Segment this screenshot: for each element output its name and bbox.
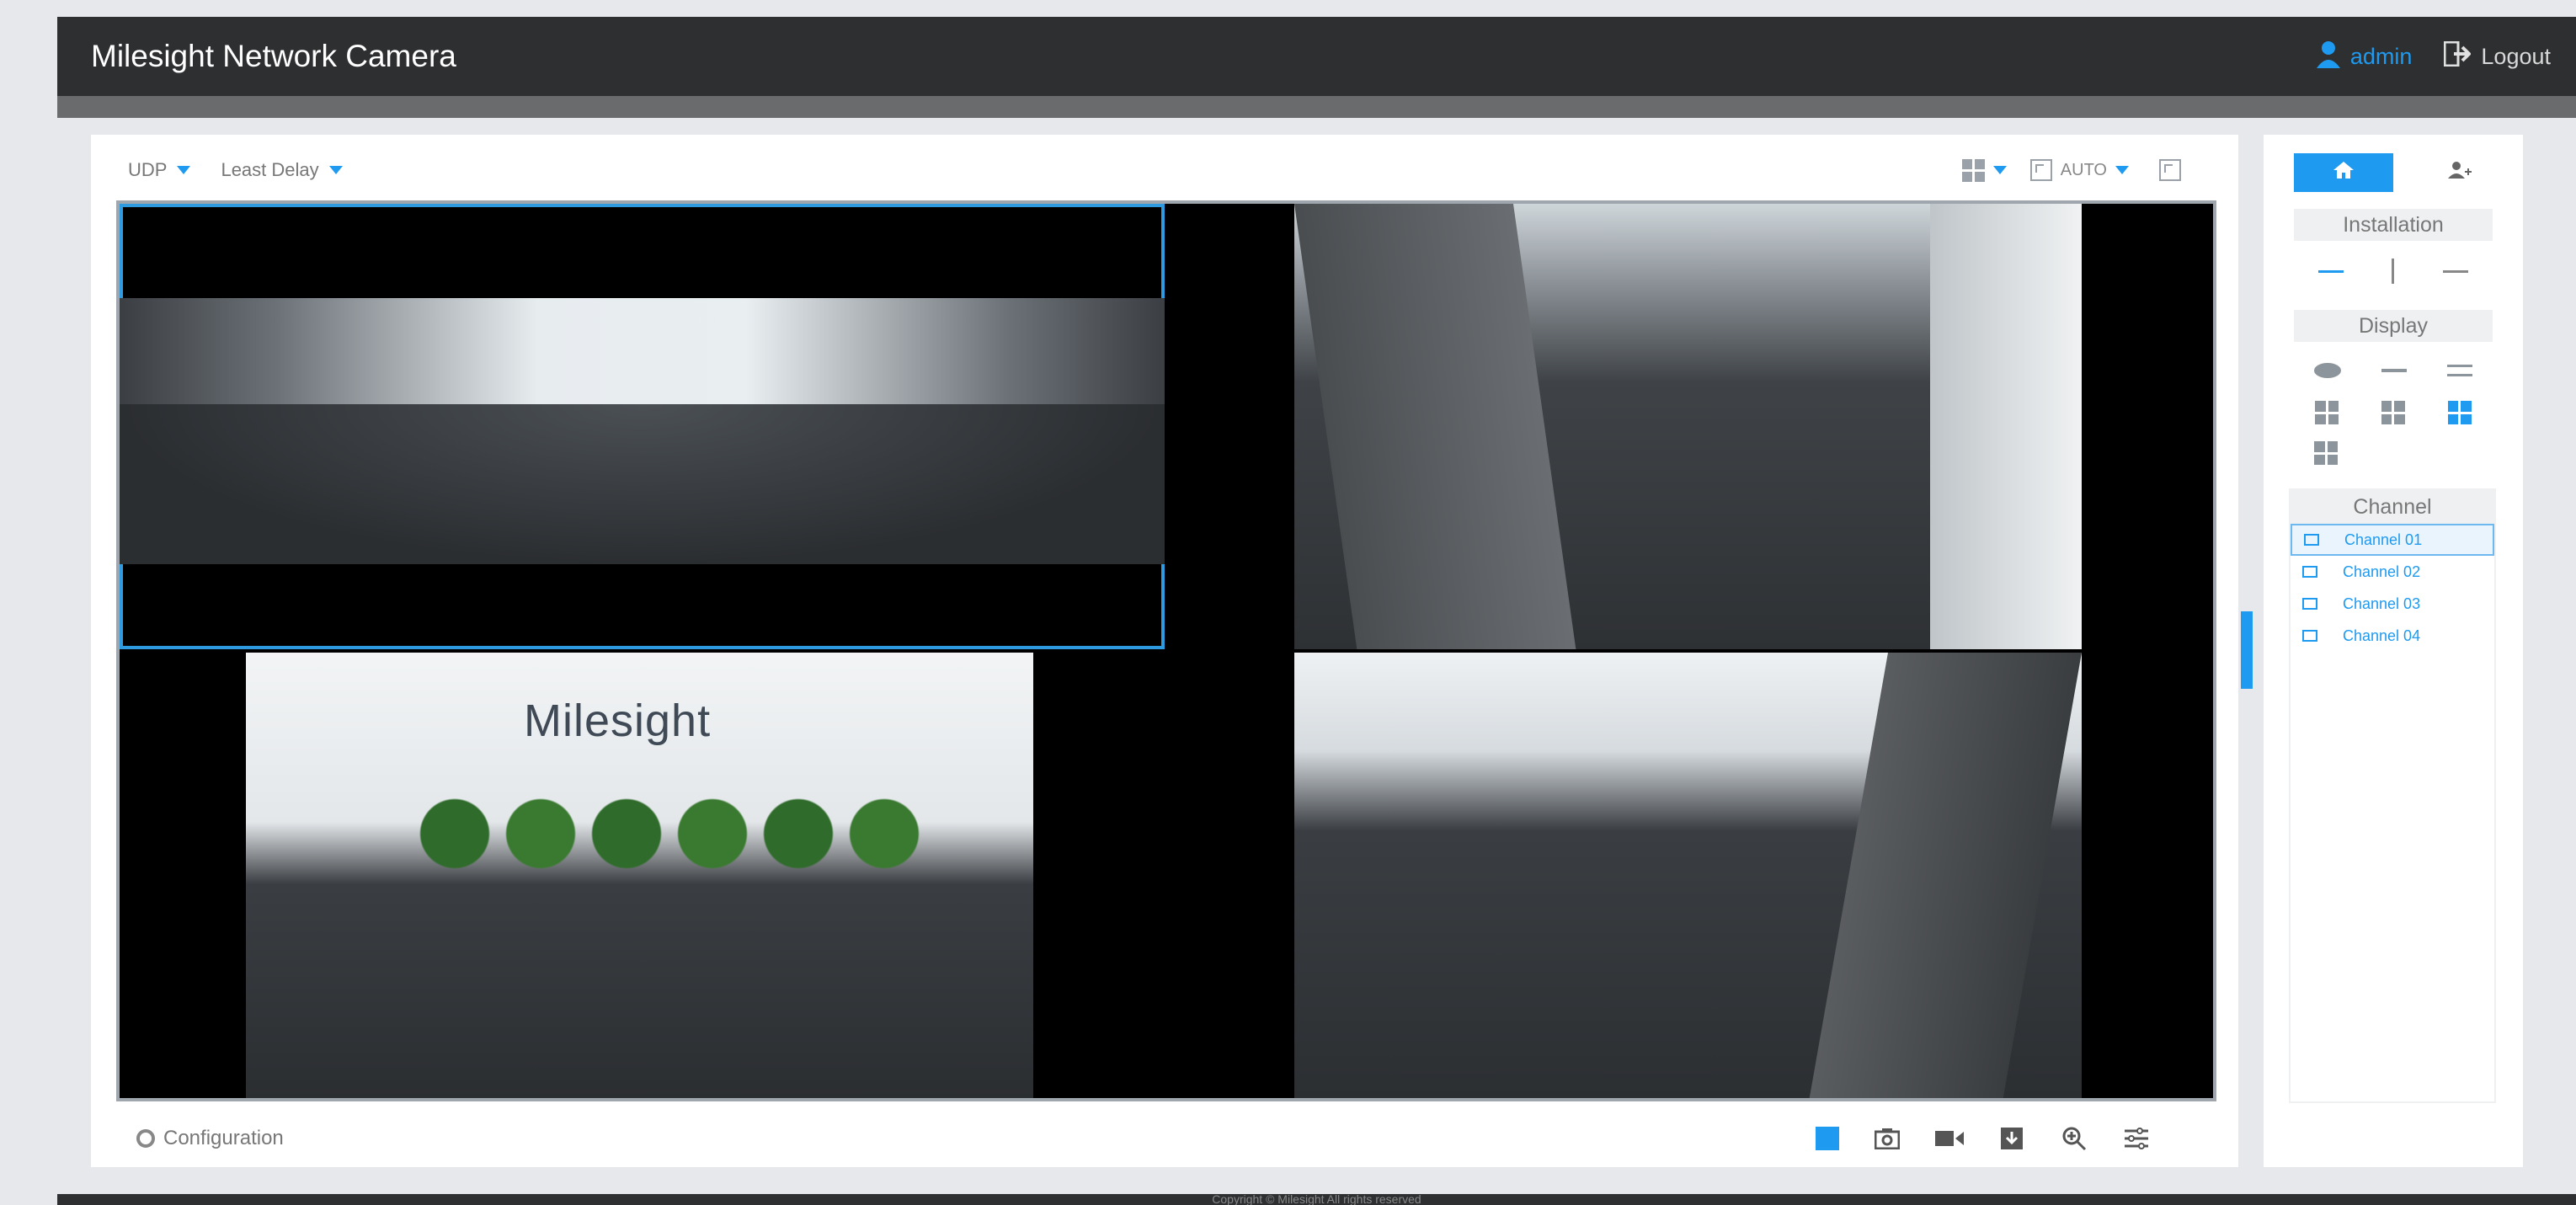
- channel-item[interactable]: Channel 02: [2291, 556, 2494, 588]
- logout-label: Logout: [2481, 43, 2551, 69]
- logout-button[interactable]: Logout: [2443, 40, 2551, 72]
- top-app-bar: Milesight Network Camera admin Logout: [57, 17, 2576, 96]
- panorama-3ptz-icon[interactable]: [2381, 401, 2405, 424]
- camera-feed-hallway: [1294, 653, 2082, 1098]
- user-adjust-icon: [2448, 160, 2472, 186]
- wall-mount-icon[interactable]: [2392, 259, 2395, 284]
- chevron-down-icon[interactable]: [1992, 166, 2007, 174]
- camera-feed-corridor: [1294, 204, 2082, 649]
- channel-label: Channel 01: [2344, 531, 2423, 548]
- protocol-select[interactable]: UDP: [128, 159, 191, 181]
- channel-label: Channel 03: [2343, 595, 2421, 612]
- playback-controls: [1816, 1126, 2151, 1151]
- installation-header: Installation: [2294, 209, 2493, 241]
- configuration-label: Configuration: [163, 1127, 284, 1149]
- panel-collapse-tab[interactable]: [2241, 611, 2253, 689]
- snapshot-icon[interactable]: [1873, 1126, 1901, 1151]
- channel-list: Channel Channel 01 Channel 02 Channel 03…: [2289, 488, 2496, 1103]
- video-tile-3[interactable]: Milesight: [120, 653, 1165, 1098]
- display-header: Display: [2294, 310, 2493, 342]
- app-title: Milesight Network Camera: [91, 39, 456, 73]
- channel-label: Channel 04: [2343, 626, 2421, 644]
- aspect-ratio-icon: [2029, 159, 2052, 181]
- live-view-panel: UDP Least Delay AUTO Milesight Configura…: [91, 135, 2238, 1167]
- display-options-row-3: [2294, 438, 2493, 468]
- chevron-down-icon[interactable]: [2115, 166, 2129, 174]
- protocol-value: UDP: [128, 159, 168, 180]
- stream-options: UDP Least Delay: [128, 153, 343, 187]
- video-tile-1[interactable]: [120, 204, 1165, 649]
- camera-icon: [2304, 534, 2319, 546]
- side-tabs: [2294, 153, 2509, 192]
- camera-feed-lobby: Milesight: [246, 653, 1033, 1098]
- chevron-down-icon: [177, 166, 191, 174]
- delay-select[interactable]: Least Delay: [221, 159, 343, 181]
- delay-value: Least Delay: [221, 159, 319, 180]
- camera-icon: [2302, 598, 2317, 610]
- double-panorama-icon[interactable]: [2447, 365, 2472, 376]
- zoom-icon[interactable]: [2060, 1126, 2088, 1151]
- channel-item[interactable]: Channel 01: [2291, 524, 2494, 556]
- view-options: AUTO: [1961, 153, 2181, 187]
- aspect-mode-value[interactable]: AUTO: [2061, 161, 2107, 180]
- quad-view-icon[interactable]: [2315, 401, 2339, 424]
- display-options-row-2: [2294, 397, 2493, 428]
- camera-icon: [2302, 630, 2317, 642]
- channel-item[interactable]: Channel 04: [2291, 620, 2494, 652]
- chevron-down-icon: [328, 166, 343, 174]
- fisheye-icon[interactable]: [2314, 363, 2341, 378]
- user-actions: admin Logout: [2316, 40, 2576, 74]
- camera-feed-panorama: [120, 298, 1165, 564]
- username-label: admin: [2349, 43, 2413, 69]
- configuration-link[interactable]: Configuration: [136, 1127, 284, 1150]
- layout-grid-icon[interactable]: [1961, 158, 1985, 182]
- footer-copyright: Copyright © Milesight All rights reserve…: [57, 1194, 2576, 1205]
- layout-icon[interactable]: [1816, 1127, 1839, 1150]
- subheader-strip: [57, 96, 2576, 118]
- settings-icon[interactable]: [2122, 1126, 2151, 1151]
- ceiling-mount-icon[interactable]: [2317, 269, 2344, 273]
- channel-header: Channel: [2291, 490, 2494, 524]
- logout-icon: [2443, 40, 2472, 72]
- installation-options: [2294, 256, 2493, 286]
- floor-mount-icon[interactable]: [2443, 269, 2469, 273]
- video-tile-4[interactable]: [1168, 653, 2213, 1098]
- tab-ptz[interactable]: [2410, 153, 2509, 192]
- wall-logo-text: Milesight: [524, 696, 712, 746]
- video-grid: Milesight: [116, 200, 2216, 1101]
- fullscreen-icon[interactable]: [2159, 159, 2181, 181]
- side-panel: Installation Display Channel Channel 01 …: [2264, 135, 2523, 1167]
- home-icon: [2333, 160, 2355, 186]
- plants: [414, 787, 920, 880]
- display-options-row-1: [2294, 355, 2493, 386]
- fisheye-8ptz-icon[interactable]: [2314, 441, 2338, 465]
- channel-label: Channel 02: [2343, 563, 2421, 580]
- channel-item[interactable]: Channel 03: [2291, 588, 2494, 620]
- bottom-toolbar: Configuration: [91, 1113, 2238, 1164]
- panorama-icon[interactable]: [2381, 369, 2407, 372]
- user-icon: [2316, 40, 2340, 74]
- fisheye-3ptz-icon[interactable]: [2447, 401, 2472, 424]
- user-menu[interactable]: admin: [2316, 40, 2413, 74]
- tab-home[interactable]: [2294, 153, 2393, 192]
- download-icon[interactable]: [1997, 1126, 2026, 1151]
- camera-icon: [2302, 566, 2317, 578]
- gear-icon: [136, 1129, 155, 1148]
- record-icon[interactable]: [1935, 1126, 1964, 1151]
- video-tile-2[interactable]: [1168, 204, 2213, 649]
